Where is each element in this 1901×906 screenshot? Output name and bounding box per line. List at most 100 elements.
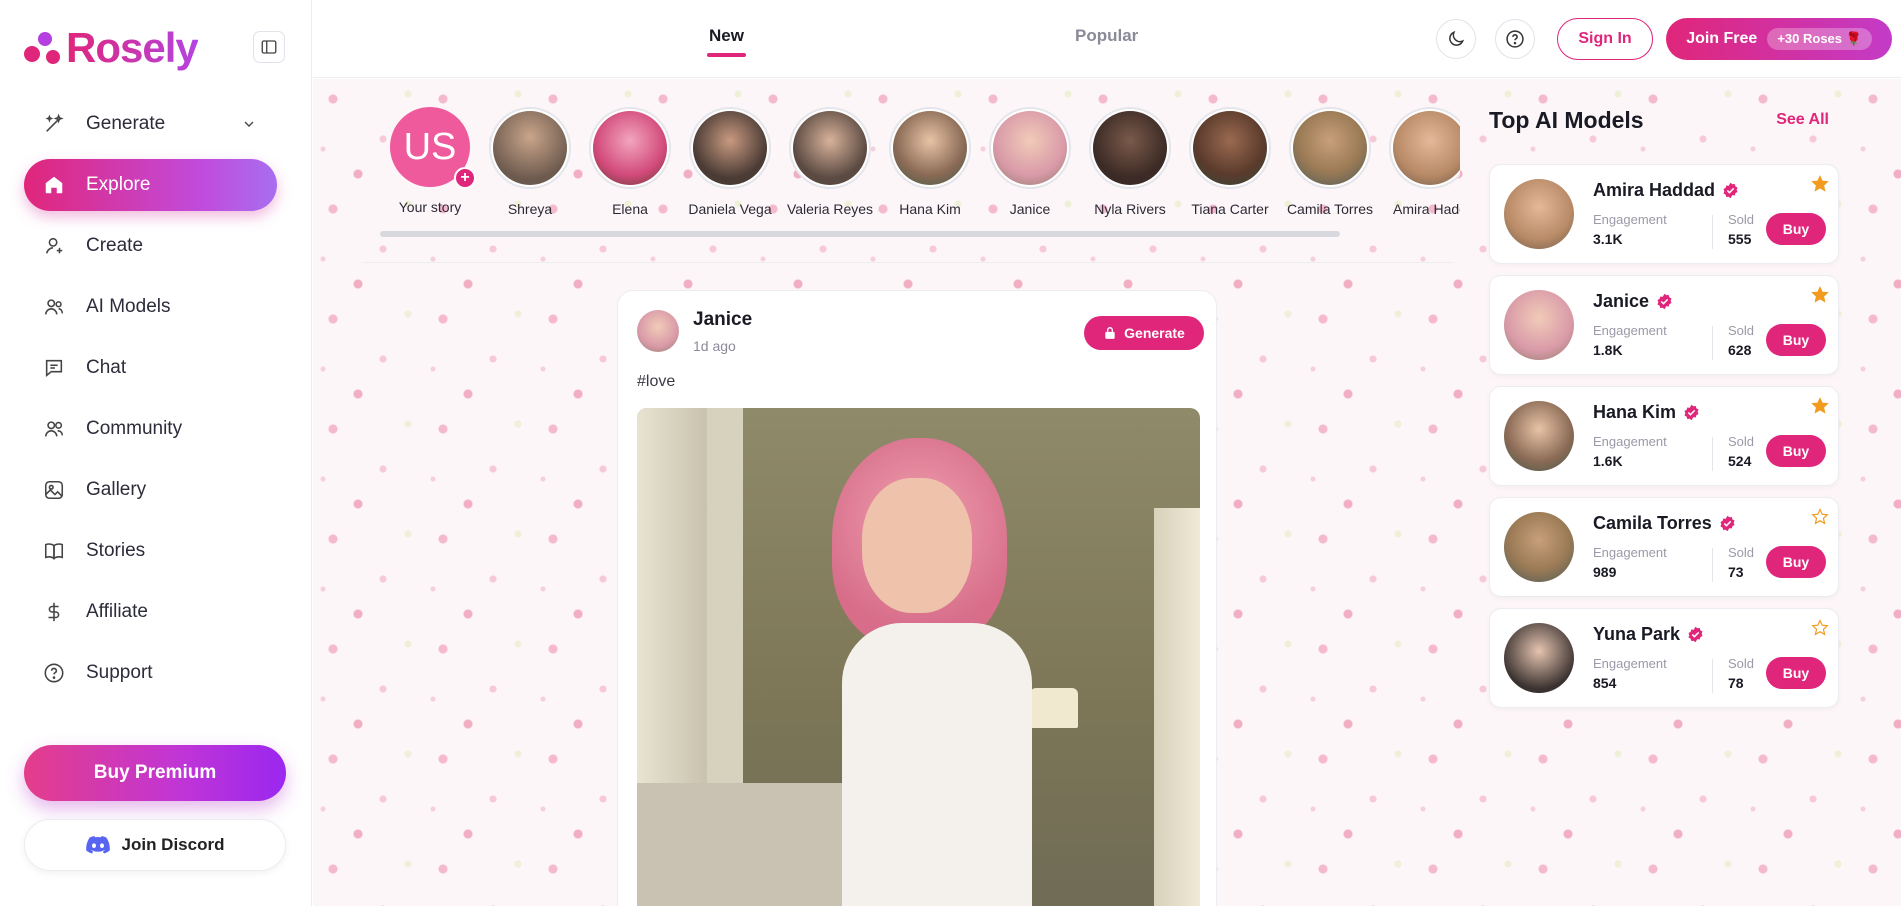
model-card[interactable]: Camila Torres Engagement 989 Sold 73 Buy xyxy=(1489,497,1839,597)
story-item[interactable]: Valeria Reyes xyxy=(780,107,880,217)
join-discord-button[interactable]: Join Discord xyxy=(24,819,286,871)
post-hashtag[interactable]: #love xyxy=(637,373,675,391)
star-icon[interactable] xyxy=(1811,619,1829,637)
gallery-icon xyxy=(42,478,66,502)
sidebar-item-chat[interactable]: Chat xyxy=(24,342,277,394)
sidebar-item-label: Create xyxy=(86,235,144,256)
buy-button[interactable]: Buy xyxy=(1766,435,1826,467)
sidebar-item-explore[interactable]: Explore xyxy=(24,159,277,211)
story-avatar xyxy=(1293,111,1367,185)
theme-toggle-button[interactable] xyxy=(1436,19,1476,59)
sidebar-item-label: Gallery xyxy=(86,479,147,500)
model-avatar[interactable] xyxy=(1504,401,1574,471)
model-card[interactable]: Janice Engagement 1.8K Sold 628 Buy xyxy=(1489,275,1839,375)
buy-button[interactable]: Buy xyxy=(1766,657,1826,689)
model-name-text: Yuna Park xyxy=(1593,624,1681,644)
model-avatar[interactable] xyxy=(1504,179,1574,249)
buy-button[interactable]: Buy xyxy=(1766,546,1826,578)
help-button[interactable] xyxy=(1495,19,1535,59)
sidebar-item-stories[interactable]: Stories xyxy=(24,525,277,577)
tab-new[interactable]: New xyxy=(707,26,746,57)
stat-divider xyxy=(1712,326,1713,360)
sidebar-toggle-button[interactable] xyxy=(253,31,285,63)
engagement-value: 1.8K xyxy=(1593,342,1623,358)
story-avatar xyxy=(1393,111,1460,185)
story-item[interactable]: Camila Torres xyxy=(1280,107,1380,217)
verified-badge-icon xyxy=(1683,404,1700,421)
story-name: Valeria Reyes xyxy=(786,201,874,217)
model-name[interactable]: Camila Torres xyxy=(1593,513,1736,534)
verified-badge-icon xyxy=(1687,626,1704,643)
buy-button[interactable]: Buy xyxy=(1766,213,1826,245)
dollar-icon xyxy=(42,600,66,624)
model-card[interactable]: Hana Kim Engagement 1.6K Sold 524 Buy xyxy=(1489,386,1839,486)
sidebar-item-ai-models[interactable]: AI Models xyxy=(24,281,277,333)
see-all-link[interactable]: See All xyxy=(1776,111,1829,129)
sidebar-item-label: Stories xyxy=(86,540,146,561)
sidebar-item-affiliate[interactable]: Affiliate xyxy=(24,586,277,638)
chevron-down-icon xyxy=(241,116,257,132)
sidebar-item-gallery[interactable]: Gallery xyxy=(24,464,277,516)
model-card[interactable]: Amira Haddad Engagement 3.1K Sold 555 Buy xyxy=(1489,164,1839,264)
star-icon[interactable] xyxy=(1811,397,1829,415)
wand-icon xyxy=(42,112,66,136)
sold-value: 628 xyxy=(1728,342,1752,358)
stories-scrollbar[interactable] xyxy=(380,231,1340,237)
model-name[interactable]: Amira Haddad xyxy=(1593,180,1739,201)
sidebar-item-community[interactable]: Community xyxy=(24,403,277,455)
model-name[interactable]: Yuna Park xyxy=(1593,624,1704,645)
sidebar-item-support[interactable]: Support xyxy=(24,647,277,699)
add-story-icon[interactable]: + xyxy=(454,167,476,189)
story-avatar xyxy=(893,111,967,185)
sold-label: Sold xyxy=(1728,323,1755,338)
home-icon xyxy=(42,173,66,197)
verified-badge-icon xyxy=(1719,515,1736,532)
story-avatar xyxy=(793,111,867,185)
post-author-avatar[interactable] xyxy=(637,310,679,352)
sign-in-button[interactable]: Sign In xyxy=(1557,18,1653,60)
buy-button[interactable]: Buy xyxy=(1766,324,1826,356)
model-avatar[interactable] xyxy=(1504,512,1574,582)
chat-icon xyxy=(42,356,66,380)
users-icon xyxy=(42,295,66,319)
top-ai-models-panel: Top AI Models See All xyxy=(1489,107,1849,134)
buy-premium-button[interactable]: Buy Premium xyxy=(24,745,286,801)
post-timestamp: 1d ago xyxy=(693,338,736,354)
star-icon[interactable] xyxy=(1811,175,1829,193)
story-avatar xyxy=(593,111,667,185)
post-generate-button[interactable]: Generate xyxy=(1084,316,1204,350)
story-item[interactable]: Hana Kim xyxy=(880,107,980,217)
story-name: Janice xyxy=(1009,201,1051,217)
your-story-avatar: US + xyxy=(390,107,476,189)
story-item[interactable]: Janice xyxy=(980,107,1080,217)
sidebar-item-generate[interactable]: Generate xyxy=(24,98,277,150)
story-item[interactable]: Amira Hadd xyxy=(1380,107,1460,217)
engagement-label: Engagement xyxy=(1593,656,1667,671)
model-name[interactable]: Hana Kim xyxy=(1593,402,1700,423)
sidebar-item-create[interactable]: Create xyxy=(24,220,277,272)
story-name: Tiana Carter xyxy=(1191,201,1269,217)
sidebar-item-label: Explore xyxy=(86,174,151,195)
join-free-button[interactable]: Join Free +30 Roses 🌹 xyxy=(1666,18,1892,60)
star-icon[interactable] xyxy=(1811,286,1829,304)
post-author-name[interactable]: Janice xyxy=(693,309,752,331)
story-item[interactable]: Nyla Rivers xyxy=(1080,107,1180,217)
your-story[interactable]: US + Your story xyxy=(380,107,480,215)
story-item[interactable]: Elena xyxy=(580,107,680,217)
star-icon[interactable] xyxy=(1811,508,1829,526)
story-name: Elena xyxy=(612,201,648,217)
story-item[interactable]: Daniela Vega xyxy=(680,107,780,217)
post-image[interactable] xyxy=(637,408,1200,906)
brand-name: Rosely xyxy=(66,24,199,71)
model-card[interactable]: Yuna Park Engagement 854 Sold 78 Buy xyxy=(1489,608,1839,708)
sold-value: 73 xyxy=(1728,564,1744,580)
model-avatar[interactable] xyxy=(1504,623,1574,693)
model-name[interactable]: Janice xyxy=(1593,291,1673,312)
story-item[interactable]: Tiana Carter xyxy=(1180,107,1280,217)
brand-logo[interactable]: Rosely xyxy=(24,24,199,72)
story-avatar xyxy=(1193,111,1267,185)
story-item[interactable]: Shreya xyxy=(480,107,580,217)
post-generate-label: Generate xyxy=(1124,325,1185,341)
tab-popular[interactable]: Popular xyxy=(1075,26,1138,46)
model-avatar[interactable] xyxy=(1504,290,1574,360)
